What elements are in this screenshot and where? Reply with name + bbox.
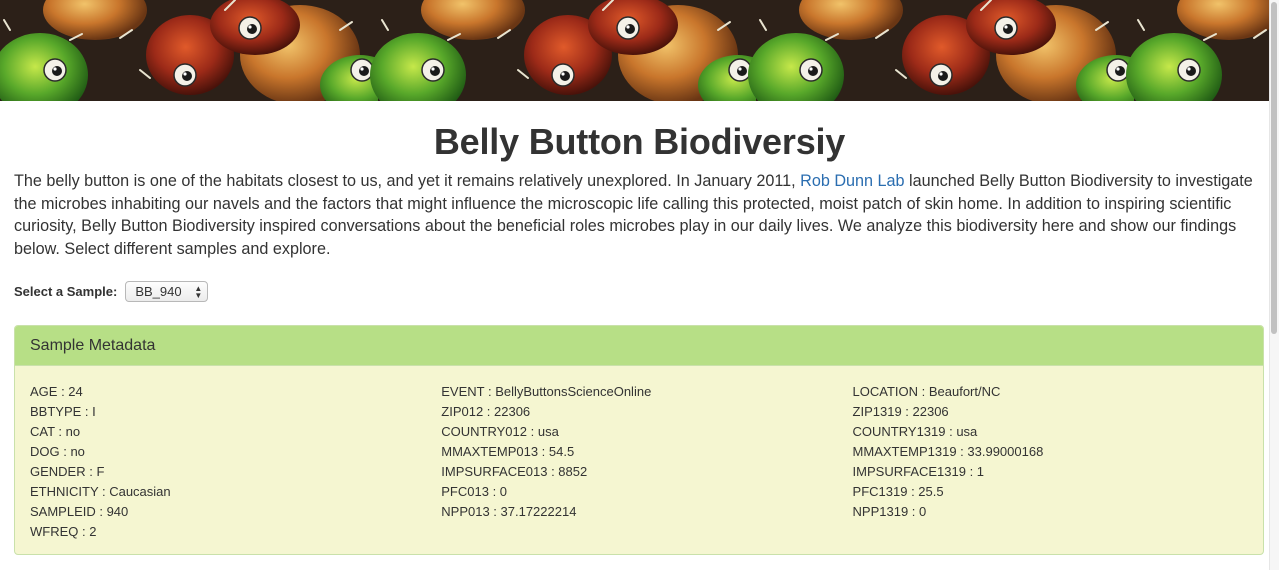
sample-select-row: Select a Sample: BB_940 ▲ ▼ xyxy=(14,281,1265,302)
sample-metadata-panel: Sample Metadata AGE : 24 BBTYPE : I CAT … xyxy=(14,325,1264,555)
metadata-item: NPP1319 : 0 xyxy=(852,504,927,519)
metadata-item: COUNTRY012 : usa xyxy=(441,424,559,439)
metadata-item: SAMPLEID : 940 xyxy=(30,504,129,519)
panel-body: AGE : 24 BBTYPE : I CAT : no DOG : no GE… xyxy=(15,366,1263,542)
metadata-item: EVENT : BellyButtonsScienceOnline xyxy=(441,384,652,399)
metadata-item: DOG : no xyxy=(30,444,85,459)
microbe-banner-image xyxy=(0,0,1279,101)
metadata-column-2: EVENT : BellyButtonsScienceOnline ZIP012… xyxy=(441,382,852,542)
metadata-item: BBTYPE : I xyxy=(30,404,96,419)
page: Belly Button Biodiversiy The belly butto… xyxy=(0,0,1279,570)
metadata-item: ZIP1319 : 22306 xyxy=(852,404,949,419)
select-arrows-icon: ▲ ▼ xyxy=(194,283,203,300)
metadata-item: PFC1319 : 25.5 xyxy=(852,484,944,499)
page-title: Belly Button Biodiversiy xyxy=(433,121,846,162)
scrollbar-thumb[interactable] xyxy=(1271,2,1277,334)
metadata-column-1: AGE : 24 BBTYPE : I CAT : no DOG : no GE… xyxy=(30,382,441,542)
metadata-item: IMPSURFACE1319 : 1 xyxy=(852,464,985,479)
panel-heading: Sample Metadata xyxy=(15,326,1263,366)
rob-dunn-lab-link[interactable]: Rob Dunn Lab xyxy=(800,172,904,190)
metadata-item: PFC013 : 0 xyxy=(441,484,508,499)
metadata-item: ETHNICITY : Caucasian xyxy=(30,484,171,499)
metadata-item: COUNTRY1319 : usa xyxy=(852,424,978,439)
intro-paragraph: The belly button is one of the habitats … xyxy=(14,170,1265,260)
sample-select-value: BB_940 xyxy=(135,284,182,299)
metadata-item: IMPSURFACE013 : 8852 xyxy=(441,464,588,479)
metadata-item: CAT : no xyxy=(30,424,81,439)
metadata-item: GENDER : F xyxy=(30,464,105,479)
metadata-item: MMAXTEMP1319 : 33.99000168 xyxy=(852,444,1044,459)
metadata-item: WFREQ : 2 xyxy=(30,524,97,539)
metadata-item: ZIP012 : 22306 xyxy=(441,404,531,419)
sample-select[interactable]: BB_940 ▲ ▼ xyxy=(125,281,209,302)
page-scrollbar[interactable] xyxy=(1269,0,1279,570)
main-content: Belly Button Biodiversiy The belly butto… xyxy=(14,101,1265,555)
sample-select-label: Select a Sample: xyxy=(14,284,118,299)
metadata-item: NPP013 : 37.17222214 xyxy=(441,504,577,519)
metadata-item: MMAXTEMP013 : 54.5 xyxy=(441,444,575,459)
metadata-column-3: LOCATION : Beaufort/NC ZIP1319 : 22306 C… xyxy=(853,382,1248,542)
metadata-item: LOCATION : Beaufort/NC xyxy=(852,384,1001,399)
intro-text-start: The belly button is one of the habitats … xyxy=(14,172,801,190)
metadata-item: AGE : 24 xyxy=(30,384,83,399)
